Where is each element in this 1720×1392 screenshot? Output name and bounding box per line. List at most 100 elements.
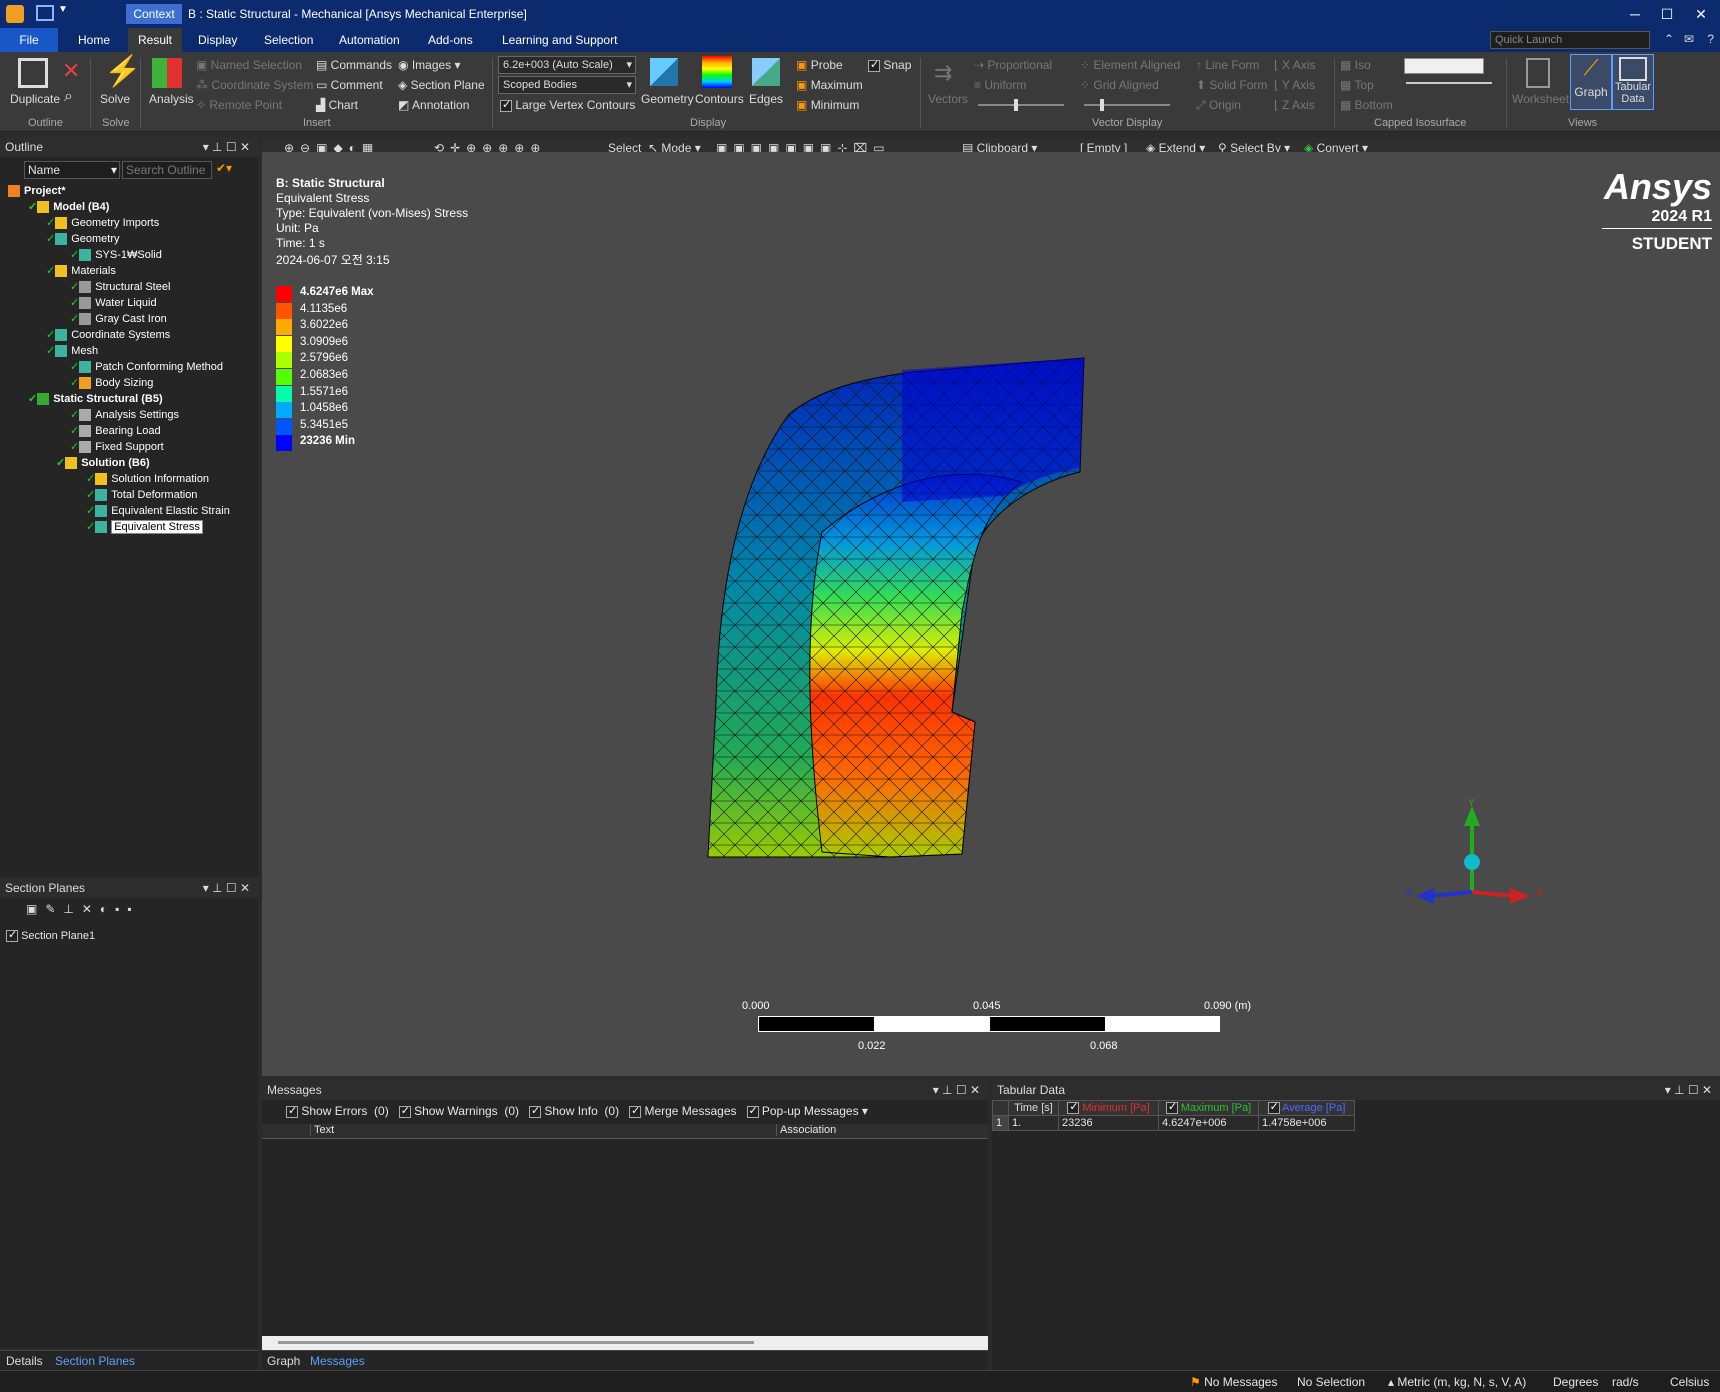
- probe-button[interactable]: ▣ Probe: [796, 58, 843, 72]
- section-toolbar[interactable]: ▣✎⊥✕◐▪▪: [26, 902, 140, 916]
- delete-icon[interactable]: ✕: [62, 58, 80, 84]
- show-warnings-checkbox[interactable]: Show Warnings (0): [398, 1104, 519, 1118]
- context-tab[interactable]: Context: [126, 4, 182, 24]
- status-temp[interactable]: Celsius: [1670, 1375, 1709, 1389]
- tree-item[interactable]: ✓ Fixed Support: [70, 439, 164, 455]
- isosurface-value-input[interactable]: [1404, 58, 1484, 74]
- tree-item[interactable]: ✓ Model (B4): [28, 199, 109, 215]
- tab-file[interactable]: File: [0, 28, 58, 52]
- col-time[interactable]: Time [s]: [1008, 1100, 1059, 1116]
- help-icon[interactable]: ?: [1707, 32, 1714, 46]
- scrollbar-thumb[interactable]: [278, 1341, 754, 1344]
- chart-button[interactable]: ▟ Chart: [316, 98, 358, 112]
- col-maximum[interactable]: Maximum [Pa]: [1158, 1100, 1259, 1116]
- tab-automation[interactable]: Automation: [329, 28, 410, 52]
- graph-button[interactable]: ⟋ Graph: [1570, 54, 1612, 110]
- tab-details[interactable]: Details: [6, 1354, 43, 1368]
- geometry-button[interactable]: Geometry: [641, 92, 694, 106]
- tree-item[interactable]: ✓ Materials: [46, 263, 116, 279]
- name-combo[interactable]: Name ▾: [24, 161, 120, 179]
- tab-addons[interactable]: Add-ons: [418, 28, 483, 52]
- tab-learning[interactable]: Learning and Support: [492, 28, 627, 52]
- app-icon[interactable]: [6, 5, 24, 23]
- iso-button[interactable]: ▦ Iso: [1340, 58, 1371, 72]
- coordinate-system-button[interactable]: ⁂ Coordinate System: [196, 78, 313, 92]
- worksheet-button[interactable]: Worksheet: [1512, 92, 1569, 106]
- edges-button[interactable]: Edges: [749, 92, 783, 106]
- search-outline-input[interactable]: Search Outline: [122, 161, 212, 179]
- status-rot[interactable]: rad/s: [1612, 1375, 1639, 1389]
- find-icon[interactable]: ⌕: [64, 88, 73, 106]
- tree-item[interactable]: ✓ Equivalent Stress: [86, 519, 203, 535]
- commands-button[interactable]: ▤ Commands: [316, 58, 392, 72]
- merge-messages-checkbox[interactable]: Merge Messages: [629, 1104, 737, 1118]
- tree-item[interactable]: ✓ Body Sizing: [70, 375, 153, 391]
- save-icon[interactable]: [36, 5, 54, 21]
- col-text[interactable]: Text: [310, 1124, 334, 1136]
- tree-item[interactable]: ✓ Geometry Imports: [46, 215, 159, 231]
- tree-item[interactable]: Project*: [8, 183, 66, 199]
- minimum-button[interactable]: ▣ Minimum: [796, 98, 859, 112]
- tree-item[interactable]: ✓ Water Liquid: [70, 295, 157, 311]
- cell-minimum[interactable]: 23236: [1058, 1115, 1159, 1131]
- proportional-button[interactable]: ⇢ Proportional: [974, 58, 1052, 72]
- maximize-button[interactable]: ☐: [1652, 0, 1682, 28]
- tab-display[interactable]: Display: [188, 28, 247, 52]
- vector-density-slider[interactable]: [1084, 99, 1170, 111]
- tree-item[interactable]: ✓ Solution (B6): [56, 455, 150, 471]
- section-plane-button[interactable]: ◈ Section Plane: [398, 78, 485, 92]
- filter-icon[interactable]: ✔▾: [216, 161, 232, 175]
- solve-button[interactable]: Solve: [100, 92, 130, 106]
- x-axis-button[interactable]: ⌊ X Axis: [1274, 58, 1315, 72]
- graphics-viewport[interactable]: B: Static Structural Equivalent Stress T…: [262, 152, 1720, 1076]
- table-row[interactable]: 1 1. 23236 4.6247e+006 1.4758e+006: [992, 1115, 1355, 1131]
- vector-size-slider[interactable]: [978, 99, 1064, 111]
- notifications-icon[interactable]: ✉: [1684, 32, 1694, 46]
- collapse-ribbon-icon[interactable]: ⌃: [1664, 32, 1674, 46]
- top-button[interactable]: ▦ Top: [1340, 78, 1374, 92]
- col-average[interactable]: Average [Pa]: [1258, 1100, 1355, 1116]
- line-form-button[interactable]: ↑ Line Form: [1196, 58, 1259, 72]
- status-angle[interactable]: Degrees: [1553, 1375, 1598, 1389]
- messages-scrollbar[interactable]: [262, 1336, 988, 1350]
- col-association[interactable]: Association: [776, 1124, 836, 1136]
- tab-result[interactable]: Result: [128, 28, 183, 52]
- tree-item[interactable]: ✓ Structural Steel: [70, 279, 170, 295]
- maximum-button[interactable]: ▣ Maximum: [796, 78, 863, 92]
- element-aligned-button[interactable]: ⁘ Element Aligned: [1080, 58, 1180, 72]
- images-button[interactable]: ◉ Images ▾: [398, 58, 461, 72]
- tab-messages[interactable]: Messages: [310, 1354, 365, 1368]
- isosurface-slider[interactable]: [1406, 82, 1492, 84]
- cell-time[interactable]: 1.: [1008, 1115, 1059, 1131]
- tree-item[interactable]: ✓ Patch Conforming Method: [70, 359, 223, 375]
- status-messages[interactable]: ⚑ No Messages: [1190, 1375, 1277, 1389]
- axis-triad[interactable]: [1402, 792, 1542, 932]
- tab-graph[interactable]: Graph: [267, 1354, 300, 1368]
- y-axis-button[interactable]: ⌊ Y Axis: [1274, 78, 1315, 92]
- remote-point-button[interactable]: ✧ Remote Point: [196, 98, 282, 112]
- minimize-button[interactable]: ─: [1620, 0, 1650, 28]
- qat-dropdown-icon[interactable]: ▼: [58, 4, 68, 15]
- annotation-button[interactable]: ◩ Annotation: [398, 98, 469, 112]
- panel-controls[interactable]: ▾ ⊥ ☐ ✕: [203, 878, 250, 898]
- origin-button[interactable]: ⤢ Origin: [1196, 98, 1241, 113]
- tree-item[interactable]: ✓ Gray Cast Iron: [70, 311, 167, 327]
- tree-item[interactable]: ✓ Total Deformation: [86, 487, 197, 503]
- snap-checkbox[interactable]: Snap: [868, 58, 911, 72]
- slider-thumb[interactable]: [1014, 99, 1018, 111]
- tabular-data-button[interactable]: Tabular Data: [1612, 54, 1654, 110]
- show-info-checkbox[interactable]: Show Info (0): [529, 1104, 619, 1118]
- duplicate-button[interactable]: Duplicate: [10, 92, 60, 106]
- solid-form-button[interactable]: ⬆ Solid Form: [1196, 78, 1267, 92]
- tree-item[interactable]: ✓ Solution Information: [86, 471, 209, 487]
- tree-item[interactable]: ✓ Static Structural (B5): [28, 391, 163, 407]
- large-vertex-contours-checkbox[interactable]: Large Vertex Contours: [500, 98, 635, 112]
- grid-aligned-button[interactable]: ⁘ Grid Aligned: [1080, 78, 1159, 92]
- quick-launch-input[interactable]: Quick Launch: [1490, 31, 1650, 49]
- panel-controls[interactable]: ▾ ⊥ ☐ ✕: [933, 1080, 980, 1100]
- tree-item[interactable]: ✓ Mesh: [46, 343, 98, 359]
- named-selection-button[interactable]: ▣ Named Selection: [196, 58, 302, 72]
- tree-item[interactable]: ✓ Analysis Settings: [70, 407, 179, 423]
- scale-combo[interactable]: 6.2e+003 (Auto Scale) ▾: [498, 56, 636, 74]
- tab-section-planes[interactable]: Section Planes: [55, 1354, 135, 1368]
